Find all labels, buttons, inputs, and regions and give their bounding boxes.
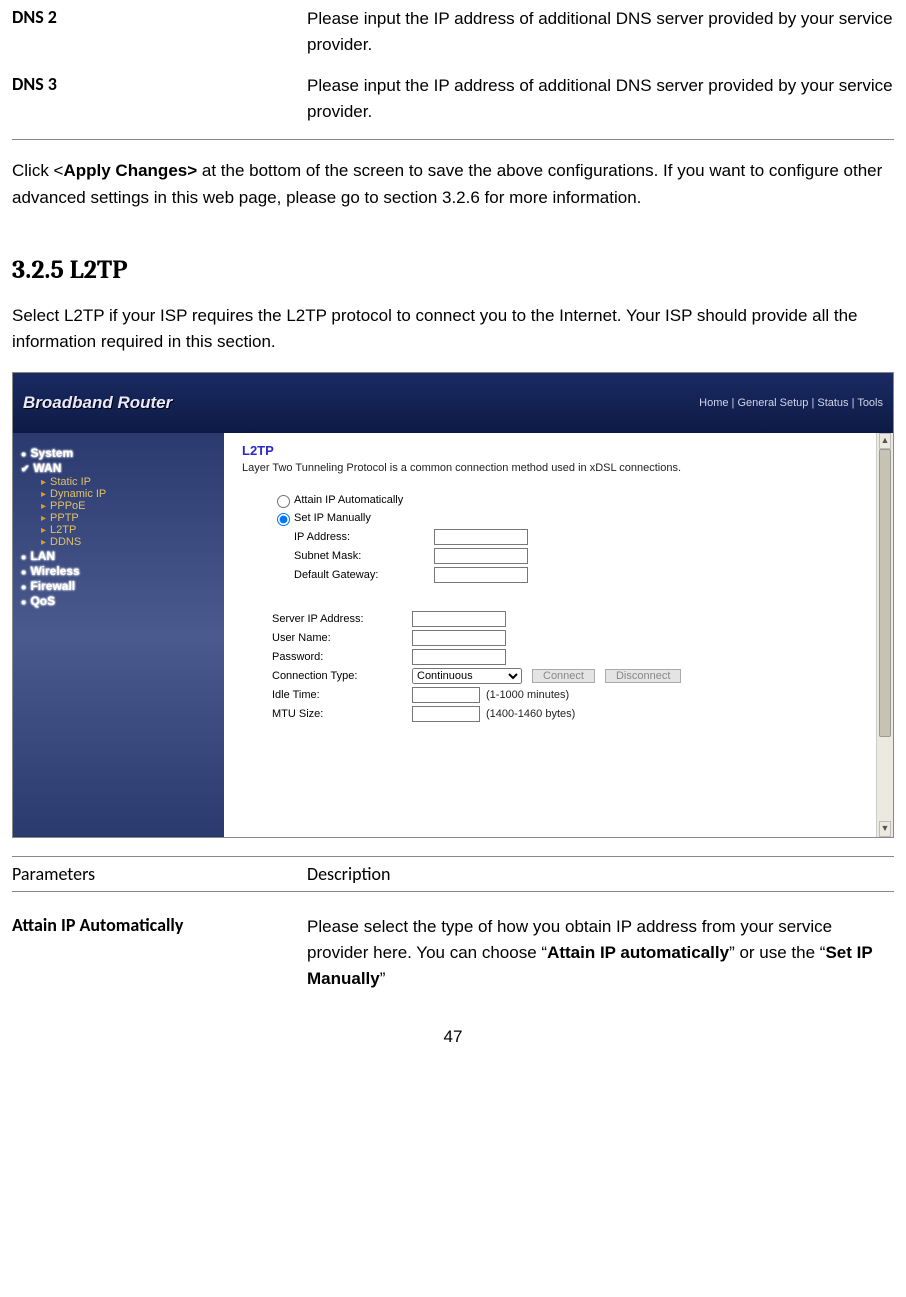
- default-gateway-row: Default Gateway:: [272, 567, 875, 583]
- scrollbar[interactable]: ▲ ▼: [876, 433, 893, 837]
- l2tp-intro: Select L2TP if your ISP requires the L2T…: [12, 303, 894, 356]
- username-row: User Name:: [272, 630, 875, 646]
- ip-address-input[interactable]: [434, 529, 528, 545]
- connection-type-select[interactable]: Continuous: [412, 668, 522, 684]
- password-label: Password:: [272, 651, 412, 663]
- router-header-links[interactable]: Home | General Setup | Status | Tools: [699, 397, 883, 409]
- param-term: Attain IP Automatically: [12, 914, 307, 993]
- mtu-size-label: MTU Size:: [272, 708, 412, 720]
- text: Click <: [12, 161, 63, 180]
- param-term: DNS 3: [12, 73, 307, 126]
- radio-set-manual-label: Set IP Manually: [294, 512, 371, 524]
- username-label: User Name:: [272, 632, 412, 644]
- router-header: Broadband Router Home | General Setup | …: [13, 373, 893, 433]
- page-number: 47: [12, 1027, 894, 1047]
- panel-subtitle: Layer Two Tunneling Protocol is a common…: [242, 462, 875, 474]
- param-term: DNS 2: [12, 6, 307, 59]
- subnet-mask-row: Subnet Mask:: [272, 548, 875, 564]
- ip-address-label: IP Address:: [272, 531, 434, 543]
- form-block: Attain IP Automatically Set IP Manually …: [272, 492, 875, 722]
- default-gateway-label: Default Gateway:: [272, 569, 434, 581]
- idle-time-row: Idle Time: (1-1000 minutes): [272, 687, 875, 703]
- router-content: L2TP Layer Two Tunneling Protocol is a c…: [224, 433, 893, 837]
- params-table-header: Parameters Description: [12, 856, 894, 892]
- default-gateway-input[interactable]: [434, 567, 528, 583]
- nav-qos[interactable]: QoS: [21, 594, 216, 608]
- password-row: Password:: [272, 649, 875, 665]
- username-input[interactable]: [412, 630, 506, 646]
- subnet-mask-input[interactable]: [434, 548, 528, 564]
- mtu-size-hint: (1400-1460 bytes): [486, 708, 575, 720]
- nav-wireless[interactable]: Wireless: [21, 564, 216, 578]
- description-col-header: Description: [307, 863, 894, 885]
- document-page: DNS 2 Please input the IP address of add…: [0, 0, 906, 1067]
- scroll-down-icon[interactable]: ▼: [879, 821, 891, 837]
- server-ip-label: Server IP Address:: [272, 613, 412, 625]
- idle-time-label: Idle Time:: [272, 689, 412, 701]
- subnet-mask-label: Subnet Mask:: [272, 550, 434, 562]
- param-desc: Please select the type of how you obtain…: [307, 914, 894, 993]
- idle-time-hint: (1-1000 minutes): [486, 689, 569, 701]
- scroll-up-icon[interactable]: ▲: [879, 433, 891, 449]
- nav-pptp[interactable]: PPTP: [41, 512, 216, 524]
- param-row: Attain IP Automatically Please select th…: [12, 914, 894, 993]
- param-row: DNS 3 Please input the IP address of add…: [12, 73, 894, 126]
- radio-set-manual-input[interactable]: [277, 513, 290, 526]
- radio-attain-auto-input[interactable]: [277, 495, 290, 508]
- mtu-size-input[interactable]: [412, 706, 480, 722]
- connection-type-label: Connection Type:: [272, 670, 412, 682]
- connection-type-row: Connection Type: Continuous Connect Disc…: [272, 668, 875, 684]
- password-input[interactable]: [412, 649, 506, 665]
- idle-time-input[interactable]: [412, 687, 480, 703]
- panel-title: L2TP: [242, 443, 875, 458]
- nav-system[interactable]: System: [21, 446, 216, 460]
- mtu-size-row: MTU Size: (1400-1460 bytes): [272, 706, 875, 722]
- server-ip-input[interactable]: [412, 611, 506, 627]
- nav-lan[interactable]: LAN: [21, 549, 216, 563]
- router-nav: System WAN Static IP Dynamic IP PPPoE PP…: [13, 433, 224, 837]
- router-body: System WAN Static IP Dynamic IP PPPoE PP…: [13, 433, 893, 837]
- disconnect-button[interactable]: Disconnect: [605, 669, 681, 683]
- section-heading: 3.2.5 L2TP: [12, 255, 894, 285]
- ip-address-row: IP Address:: [272, 529, 875, 545]
- text: ” or use the “: [729, 943, 825, 962]
- nav-dynamic-ip[interactable]: Dynamic IP: [41, 488, 216, 500]
- nav-ddns[interactable]: DDNS: [41, 536, 216, 548]
- nav-pppoe[interactable]: PPPoE: [41, 500, 216, 512]
- apply-changes-paragraph: Click <Apply Changes> at the bottom of t…: [12, 158, 894, 211]
- scroll-thumb[interactable]: [879, 449, 891, 737]
- server-ip-row: Server IP Address:: [272, 611, 875, 627]
- nav-firewall[interactable]: Firewall: [21, 579, 216, 593]
- radio-attain-auto[interactable]: Attain IP Automatically: [272, 492, 875, 508]
- param-row: DNS 2 Please input the IP address of add…: [12, 6, 894, 59]
- spacer: [272, 586, 875, 608]
- bold-text: Attain IP automatically: [547, 943, 729, 962]
- radio-set-manual[interactable]: Set IP Manually: [272, 510, 875, 526]
- nav-static-ip[interactable]: Static IP: [41, 476, 216, 488]
- nav-wan[interactable]: WAN: [21, 461, 216, 475]
- params-col-header: Parameters: [12, 863, 307, 885]
- apply-changes-bold: Apply Changes>: [63, 161, 197, 180]
- nav-l2tp[interactable]: L2TP: [41, 524, 216, 536]
- connect-button[interactable]: Connect: [532, 669, 595, 683]
- param-desc: Please input the IP address of additiona…: [307, 73, 894, 126]
- router-brand: Broadband Router: [23, 393, 172, 413]
- param-desc: Please input the IP address of additiona…: [307, 6, 894, 59]
- divider: [12, 139, 894, 140]
- text: ”: [380, 969, 386, 988]
- router-screenshot: Broadband Router Home | General Setup | …: [12, 372, 894, 838]
- radio-attain-auto-label: Attain IP Automatically: [294, 494, 403, 506]
